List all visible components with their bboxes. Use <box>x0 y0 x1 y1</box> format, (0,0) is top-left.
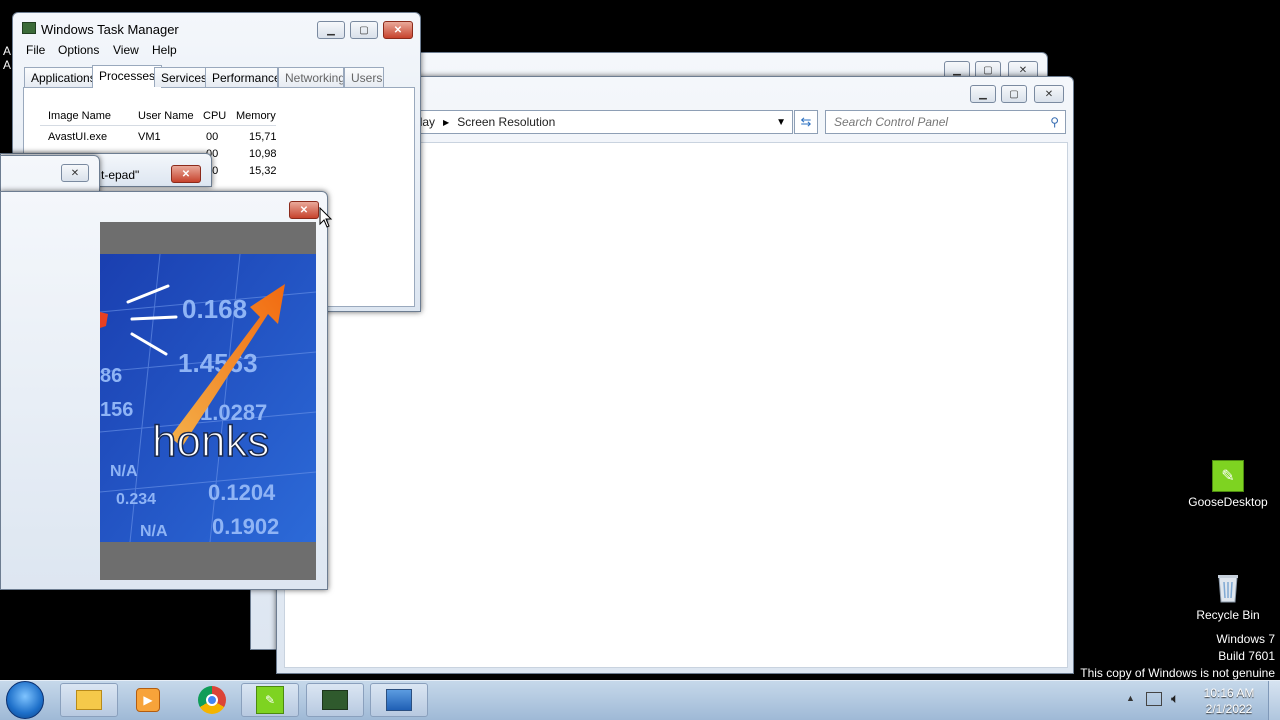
meme-number: 86 <box>100 365 122 387</box>
menu-view[interactable]: View <box>113 43 139 57</box>
taskbar-goose[interactable]: ✎ <box>241 683 299 717</box>
search-input[interactable]: Search Control Panel ⚲ <box>825 110 1066 134</box>
taskbar-media-player[interactable]: ▶ <box>119 683 177 717</box>
media-player-icon: ▶ <box>136 688 160 712</box>
clock-time: 10:16 AM <box>1203 686 1255 700</box>
breadcrumb-screen-resolution[interactable]: Screen Resolution <box>457 115 555 129</box>
meme-number: 0.168 <box>182 294 247 324</box>
tab-performance[interactable]: Performance <box>205 67 278 87</box>
notepad-title: t-epad" <box>101 168 140 182</box>
meme-image-frame: 0.168 1.4563 1.0287 0.1204 0.1902 0.234 … <box>99 222 317 580</box>
close-button[interactable]: ✕ <box>289 201 319 219</box>
clock-date: 2/1/2022 <box>1205 702 1253 716</box>
menu-options[interactable]: Options <box>58 43 99 57</box>
chrome-icon <box>198 686 226 714</box>
mouse-cursor-icon <box>319 207 333 228</box>
column-image-name[interactable]: Image Name <box>48 110 111 122</box>
process-user: VM1 <box>138 131 161 143</box>
folder-icon <box>76 690 102 710</box>
menu-file[interactable]: File <box>26 43 45 57</box>
process-mem: 10,98 <box>249 148 277 160</box>
meme-number: 0.234 <box>116 491 156 508</box>
window-title: Windows Task Manager <box>41 22 179 37</box>
task-manager-icon <box>322 690 348 710</box>
meme-number: N/A <box>110 463 138 480</box>
volume-icon[interactable]: 🔈︎ <box>1171 690 1179 707</box>
refresh-icon[interactable]: ⇆ <box>794 110 818 134</box>
watermark-line: Build 7601 <box>1218 649 1275 663</box>
address-dropdown-icon[interactable]: ▼ <box>776 117 786 128</box>
watermark-line: Windows 7 <box>1216 632 1275 646</box>
desktop-icon-label[interactable]: Recycle Bin <box>1180 608 1276 622</box>
process-mem: 15,71 <box>249 131 277 143</box>
maximize-button[interactable]: ▢ <box>350 21 378 39</box>
tab-applications[interactable]: Applications <box>24 67 103 87</box>
meme-number: N/A <box>140 523 168 540</box>
column-user-name[interactable]: User Name <box>138 110 194 122</box>
tab-networking[interactable]: Networking <box>278 67 344 87</box>
menu-help[interactable]: Help <box>152 43 177 57</box>
desktop-icon-label[interactable]: GooseDesktop <box>1180 495 1276 509</box>
task-manager-icon <box>22 22 36 34</box>
taskbar-control-panel[interactable] <box>370 683 428 717</box>
process-image[interactable]: AvastUI.exe <box>48 131 107 143</box>
chevron-right-icon: ▶ <box>443 117 450 127</box>
close-button[interactable]: ✕ <box>61 164 89 182</box>
network-icon[interactable] <box>1146 692 1162 706</box>
meme-number: 0.1902 <box>212 514 279 539</box>
meme-number: 156 <box>100 399 133 421</box>
recycle-bin-icon[interactable] <box>1216 573 1240 603</box>
windows-watermark: Windows 7 Build 7601 This copy of Window… <box>1080 631 1275 682</box>
clock[interactable]: 10:16 AM 2/1/2022 <box>1196 685 1262 717</box>
stock-meme-image: 0.168 1.4563 1.0287 0.1204 0.1902 0.234 … <box>99 253 317 543</box>
taskbar-chrome[interactable] <box>183 683 241 717</box>
meme-number: 0.1204 <box>208 480 276 505</box>
start-orb-icon[interactable] <box>6 681 44 719</box>
show-desktop-button[interactable] <box>1268 681 1280 720</box>
control-panel-icon <box>386 689 412 711</box>
taskbar-task-manager[interactable] <box>306 683 364 717</box>
goose-icon: ✎ <box>256 686 284 714</box>
search-icon[interactable]: ⚲ <box>1050 115 1059 129</box>
minimize-button[interactable]: ▁ <box>317 21 345 39</box>
search-placeholder: Search Control Panel <box>834 115 949 129</box>
minimize-button[interactable]: ▁ <box>970 85 996 103</box>
close-button[interactable]: ✕ <box>1034 85 1064 103</box>
tab-processes[interactable]: Processes <box>92 65 163 88</box>
process-mem: 15,32 <box>249 165 277 177</box>
tab-users[interactable]: Users <box>344 67 384 87</box>
close-button[interactable]: ✕ <box>171 165 201 183</box>
desktop-text-fragment: AA <box>3 44 12 72</box>
maximize-button[interactable]: ▢ <box>1001 85 1027 103</box>
column-cpu[interactable]: CPU <box>203 110 226 122</box>
process-cpu: 00 <box>206 131 219 143</box>
meme-caption: honks <box>152 417 269 466</box>
column-memory[interactable]: Memory <box>236 110 276 122</box>
meme-window: ✕ 0.168 1.4563 1.0287 0.1204 0.1902 0.23… <box>0 191 328 590</box>
show-hidden-icons-button[interactable]: ▲ <box>1126 693 1135 703</box>
close-button[interactable]: ✕ <box>383 21 413 39</box>
taskbar-explorer[interactable] <box>60 683 118 717</box>
goose-icon[interactable]: ✎ <box>1212 460 1244 492</box>
